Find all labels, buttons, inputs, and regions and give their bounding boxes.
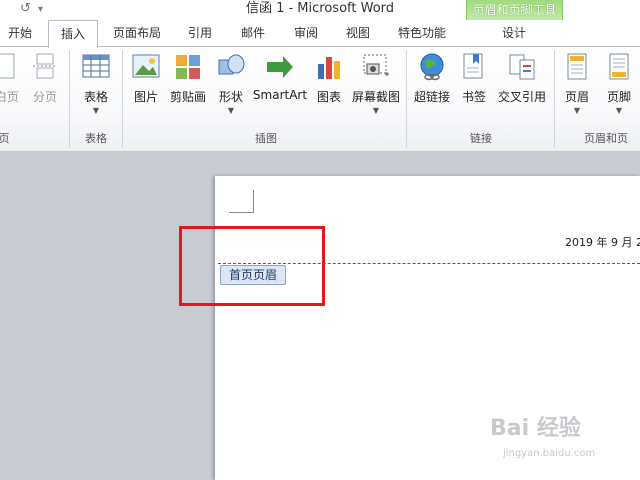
links-group-label: 链接: [470, 132, 492, 145]
separator: [406, 50, 407, 148]
separator: [122, 50, 123, 148]
page-break-label: 分页: [32, 90, 57, 104]
tab-review[interactable]: 审阅: [285, 20, 327, 46]
table-dropdown-icon: ▼: [92, 106, 100, 115]
tab-view[interactable]: 视图: [337, 20, 379, 46]
hyperlink-button[interactable]: 超链接: [412, 52, 452, 105]
margin-corner-mark: [229, 190, 254, 213]
watermark-logo: Bai 经验: [490, 416, 581, 441]
tab-home[interactable]: 开始: [0, 20, 40, 46]
header-date-text[interactable]: 2019 年 9 月 2: [565, 234, 640, 250]
hyperlink-label: 超链接: [413, 90, 450, 104]
footer-dropdown-icon: ▼: [615, 106, 623, 115]
shapes-icon: [216, 52, 246, 82]
hyperlink-icon: [417, 52, 447, 82]
header-footer-group-label: 页眉和页: [584, 132, 628, 145]
chart-button[interactable]: 图表: [312, 52, 346, 105]
cross-reference-label: 交叉引用: [497, 90, 546, 104]
clip-art-label: 剪贴画: [169, 90, 206, 104]
picture-icon: [131, 52, 161, 82]
shapes-label: 形状: [218, 90, 243, 104]
tables-group-label: 表格: [85, 132, 107, 145]
header-dropdown-icon: ▼: [573, 106, 581, 115]
blank-page-label: 白页: [0, 90, 19, 104]
bookmark-label: 书签: [461, 90, 486, 104]
footer-label: 页脚: [606, 90, 631, 104]
smartart-icon: [265, 52, 295, 82]
page-break-button[interactable]: 分页: [29, 52, 61, 105]
bookmark-button[interactable]: 书签: [458, 52, 490, 105]
pages-group-label: 页: [0, 132, 10, 145]
cross-reference-button[interactable]: 交叉引用: [494, 52, 550, 105]
header-icon: [562, 52, 592, 82]
chart-label: 图表: [316, 90, 341, 104]
tab-special-features[interactable]: 特色功能: [390, 20, 454, 46]
chart-icon: [314, 52, 344, 82]
header-label: 页眉: [564, 90, 589, 104]
tab-design[interactable]: 设计: [490, 20, 538, 46]
illustrations-group-label: 插图: [255, 132, 277, 145]
smartart-button[interactable]: SmartArt: [252, 52, 308, 102]
tab-mailings[interactable]: 邮件: [232, 20, 274, 46]
picture-label: 图片: [133, 90, 158, 104]
blank-page-button[interactable]: 白页: [0, 52, 22, 105]
context-tab-group-title: 页眉和页脚工具: [472, 3, 557, 17]
shapes-button[interactable]: 形状 ▼: [214, 52, 248, 115]
table-button[interactable]: 表格 ▼: [76, 52, 116, 115]
smartart-label: SmartArt: [252, 88, 308, 102]
bookmark-icon: [459, 52, 489, 82]
separator: [69, 50, 70, 148]
tab-page-layout[interactable]: 页面布局: [104, 20, 170, 46]
page-break-icon: [30, 52, 60, 82]
picture-button[interactable]: 图片: [130, 52, 162, 105]
watermark-url: jingyan.baidu.com: [503, 448, 596, 459]
footer-button[interactable]: 页脚 ▼: [602, 52, 636, 115]
blank-page-icon: [0, 52, 22, 82]
table-icon: [81, 52, 111, 82]
header-button[interactable]: 页眉 ▼: [560, 52, 594, 115]
table-label: 表格: [83, 90, 108, 104]
separator: [554, 50, 555, 148]
tab-insert[interactable]: 插入: [48, 20, 98, 48]
clip-art-icon: [173, 52, 203, 82]
footer-icon: [604, 52, 634, 82]
annotation-highlight-box: [179, 226, 325, 306]
tab-references[interactable]: 引用: [180, 20, 220, 46]
screenshot-dropdown-icon: ▼: [372, 106, 380, 115]
cross-reference-icon: [507, 52, 537, 82]
screenshot-icon: [361, 52, 391, 82]
shapes-dropdown-icon: ▼: [227, 106, 235, 115]
screenshot-button[interactable]: 屏幕截图 ▼: [350, 52, 402, 115]
screenshot-label: 屏幕截图: [351, 90, 400, 104]
clip-art-button[interactable]: 剪贴画: [168, 52, 208, 105]
